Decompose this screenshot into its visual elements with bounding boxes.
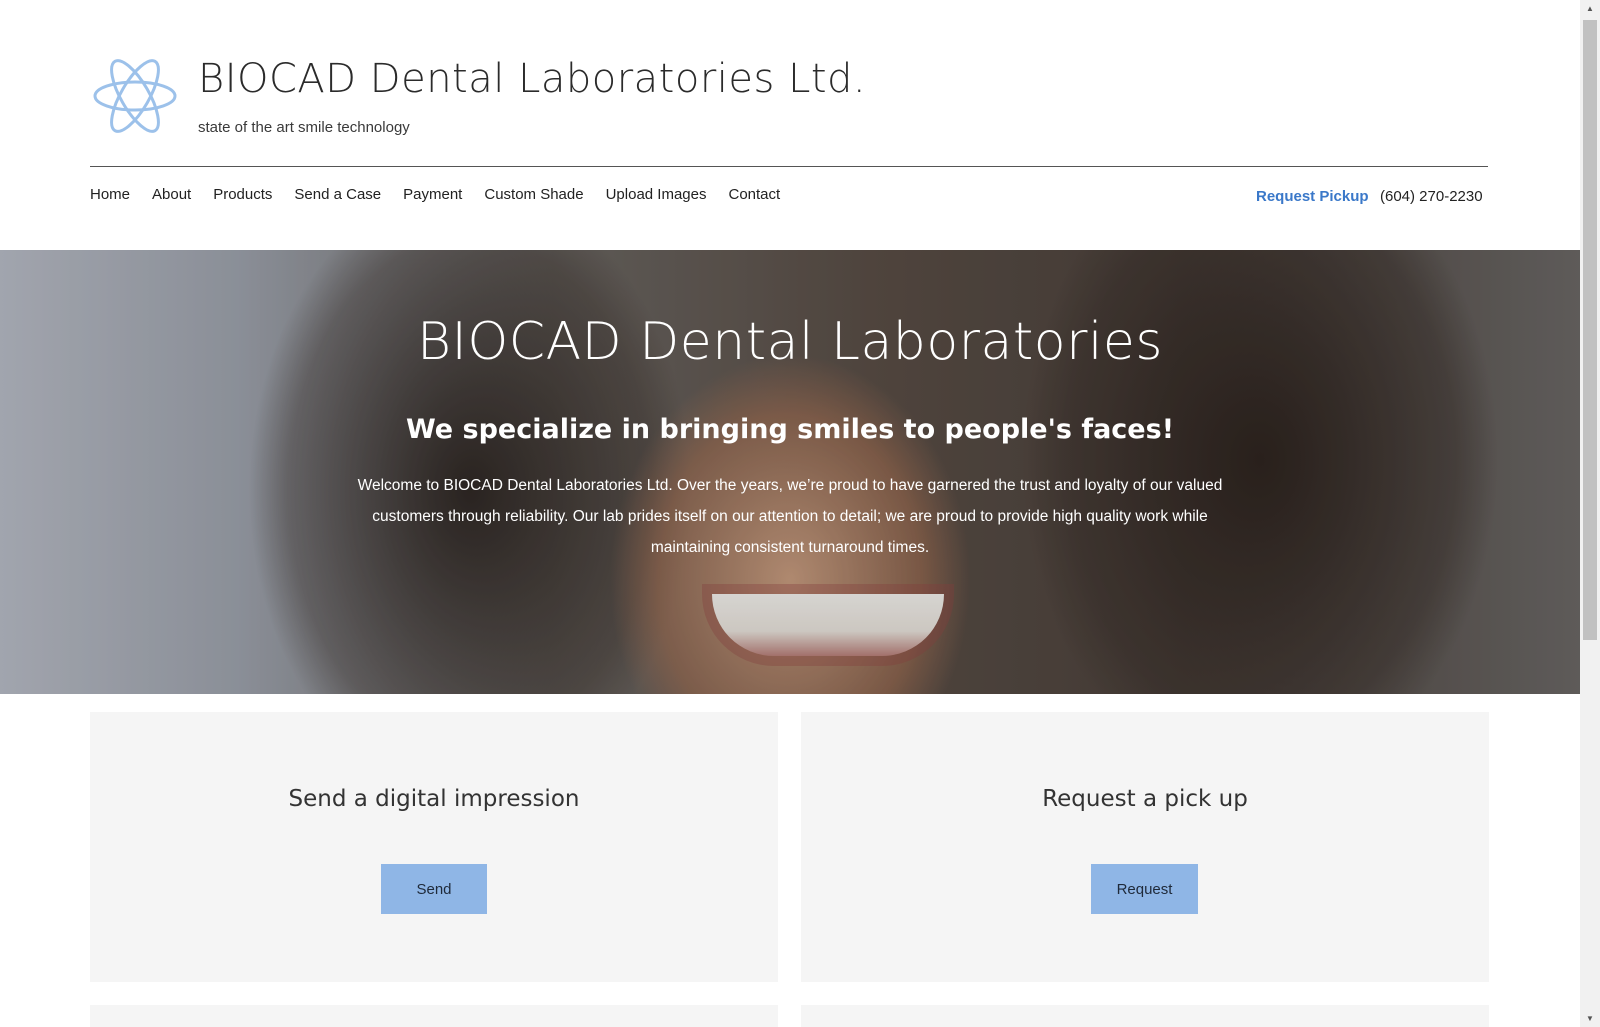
next-card-right [801,1005,1489,1027]
next-card-left [90,1005,778,1027]
nav-item-send-a-case[interactable]: Send a Case [294,186,381,203]
page: BIOCAD Dental Laboratories Ltd. state of… [0,0,1580,1027]
scrollbar-thumb[interactable] [1583,20,1597,640]
nav-item-contact[interactable]: Contact [729,186,781,203]
header-divider [90,166,1488,167]
hero-subtitle: We specialize in bringing smiles to peop… [405,414,1175,445]
send-button[interactable]: Send [381,864,487,914]
request-button[interactable]: Request [1091,864,1198,914]
main-nav: Home About Products Send a Case Payment … [90,186,802,203]
card-title: Request a pick up [1042,786,1248,812]
nav-item-payment[interactable]: Payment [403,186,462,203]
site-title[interactable]: BIOCAD Dental Laboratories Ltd. [198,56,866,102]
nav-item-upload-images[interactable]: Upload Images [606,186,707,203]
hero-description: Welcome to BIOCAD Dental Laboratories Lt… [357,477,1223,556]
vertical-scrollbar[interactable]: ▲ ▼ [1580,0,1600,1027]
atom-logo-icon[interactable] [92,53,178,139]
nav-item-home[interactable]: Home [90,186,130,203]
nav-item-custom-shade[interactable]: Custom Shade [484,186,583,203]
request-pickup-card: Request a pick up Request [801,712,1489,982]
nav-item-about[interactable]: About [152,186,191,203]
site-tagline: state of the art smile technology [198,119,410,136]
digital-impression-card: Send a digital impression Send [90,712,778,982]
nav-item-products[interactable]: Products [213,186,272,203]
card-title: Send a digital impression [288,786,580,812]
scroll-up-arrow-icon[interactable]: ▲ [1580,0,1600,17]
hero-banner: BIOCAD Dental Laboratories We specialize… [0,250,1580,694]
request-pickup-link[interactable]: Request Pickup [1256,188,1369,205]
scroll-down-arrow-icon[interactable]: ▼ [1580,1010,1600,1027]
hero-title: BIOCAD Dental Laboratories [416,312,1163,372]
phone-number[interactable]: (604) 270-2230 [1380,188,1483,205]
